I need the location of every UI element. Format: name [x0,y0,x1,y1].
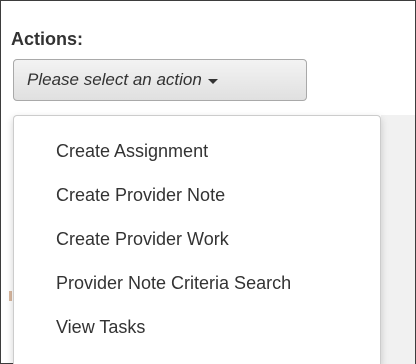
decorative-mark [9,291,12,301]
action-select-text: Please select an action [27,70,202,89]
menu-item-view-tasks[interactable]: View Tasks [14,305,380,349]
menu-item-create-provider-note[interactable]: Create Provider Note [14,173,380,217]
menu-item-create-assignment[interactable]: Create Assignment [14,129,380,173]
action-select-button[interactable]: Please select an action [13,59,307,101]
caret-down-icon [207,79,218,84]
actions-label: Actions: [11,29,83,49]
screenshot-frame: Actions: Please select an action Create … [0,0,416,364]
background-panel [381,115,415,364]
menu-item-create-provider-work[interactable]: Create Provider Work [14,217,380,261]
actions-dropdown-menu: Create Assignment Create Provider Note C… [13,115,381,364]
menu-item-provider-note-criteria-search[interactable]: Provider Note Criteria Search [14,261,380,305]
